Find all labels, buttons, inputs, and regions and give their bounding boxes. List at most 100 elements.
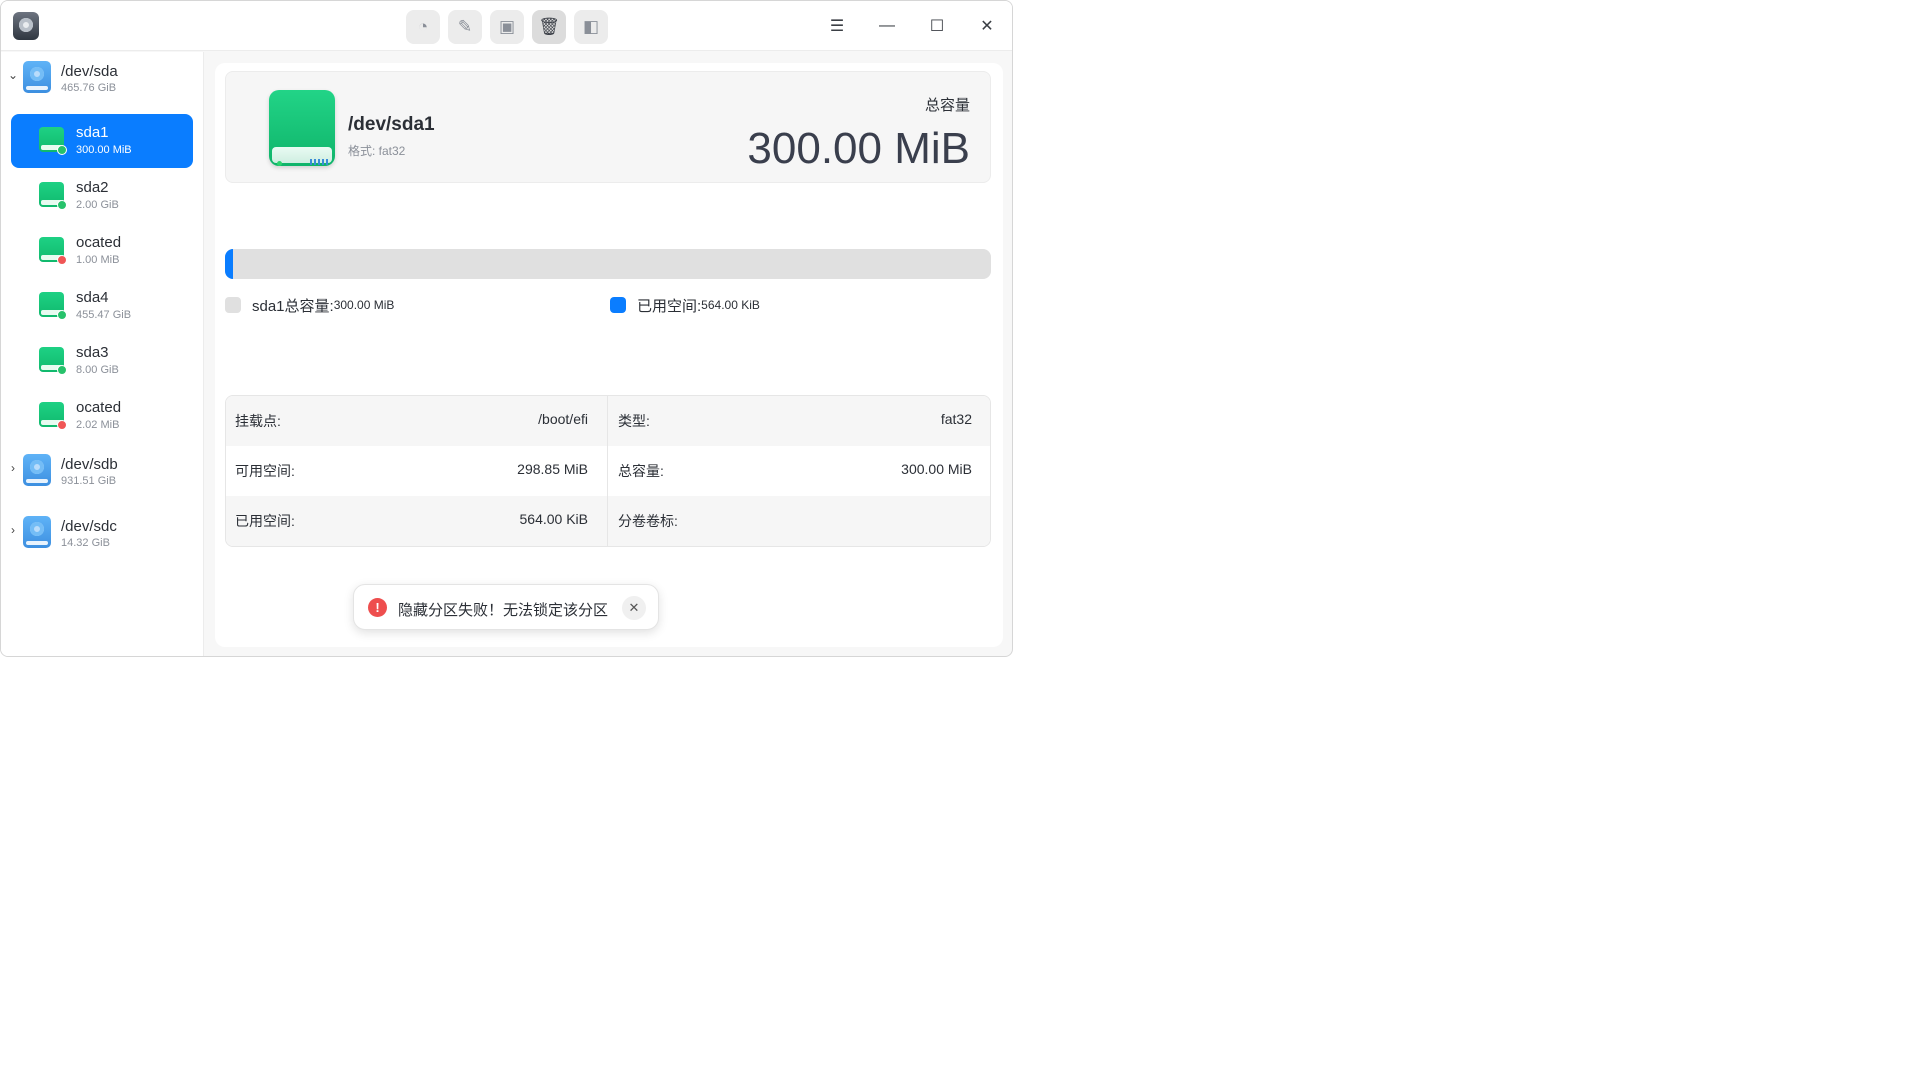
mount-point-value: /boot/efi	[538, 411, 588, 427]
partition-name: sda4	[76, 289, 109, 306]
partition-name: sda2	[76, 179, 109, 196]
partition-name: ocated	[76, 399, 122, 416]
error-toast: ! 隐藏分区失败！无法锁定该分区 ✕	[353, 584, 659, 630]
error-alert-icon: !	[368, 598, 387, 617]
toast-message: 隐藏分区失败！无法锁定该分区	[398, 602, 609, 619]
table-row: 可用空间: 298.85 MiB 总容量: 300.00 MiB	[226, 446, 990, 496]
device-sidebar: ⌄ /dev/sda 465.76 GiB sda1 300.00 MiB sd…	[1, 52, 204, 656]
partition-properties-table: 挂载点: /boot/efi 类型: fat32 可用空间: 298.85 Mi…	[225, 395, 991, 547]
disk-item-sdb[interactable]: › /dev/sdb 931.51 GiB	[1, 448, 204, 492]
partition-detail-panel: /dev/sda1 格式: fat32 总容量 300.00 MiB sda1总…	[215, 63, 1003, 647]
disk-size: 931.51 GiB	[61, 475, 117, 487]
usage-bar	[225, 249, 991, 279]
expand-chevron-icon[interactable]: ›	[7, 461, 19, 475]
delete-button[interactable]: 🗑	[532, 10, 566, 44]
legend-used-label: 已用空间:	[637, 297, 702, 315]
partition-button[interactable]: ◔	[406, 10, 440, 44]
partition-size: 8.00 GiB	[76, 364, 119, 376]
drive-led-icon	[277, 161, 282, 166]
hard-disk-icon	[23, 61, 51, 93]
partition-item-sda2[interactable]: sda2 2.00 GiB	[11, 169, 193, 223]
unmounted-status-icon	[57, 255, 67, 265]
disk-name: /dev/sdc	[61, 518, 117, 535]
capacity-value: 300.00 MiB	[747, 124, 970, 173]
close-icon: ✕	[980, 18, 994, 35]
legend-total-swatch	[225, 297, 241, 313]
mounted-status-icon	[57, 310, 67, 320]
hard-disk-icon	[23, 454, 51, 486]
partition-name: sda1	[76, 124, 109, 141]
hard-disk-icon	[23, 516, 51, 548]
menu-button[interactable]: ☰	[812, 1, 862, 51]
resize-icon: ◧	[582, 17, 600, 36]
disk-name: /dev/sdb	[61, 456, 118, 473]
drive-vent-icon	[310, 159, 328, 165]
toast-close-button[interactable]: ✕	[622, 596, 646, 620]
disk-size: 14.32 GiB	[61, 537, 110, 549]
free-space-value: 298.85 MiB	[517, 461, 588, 477]
used-space-label: 已用空间:	[235, 513, 295, 529]
table-row: 挂载点: /boot/efi 类型: fat32	[226, 396, 990, 446]
disk-item-sdc[interactable]: › /dev/sdc 14.32 GiB	[1, 510, 204, 554]
disk-size: 465.76 GiB	[61, 82, 117, 94]
delete-trash-icon: 🗑	[538, 17, 560, 36]
resize-button[interactable]: ◧	[574, 10, 608, 44]
volume-label-label: 分卷卷标:	[618, 513, 678, 529]
type-label: 类型:	[618, 413, 650, 429]
used-space-value: 564.00 KiB	[519, 511, 589, 527]
collapse-chevron-icon[interactable]: ⌄	[7, 68, 19, 82]
hamburger-menu-icon: ☰	[829, 18, 845, 35]
close-button[interactable]: ✕	[962, 1, 1012, 51]
window-controls: ☰ — ☐ ✕	[812, 1, 1012, 51]
usage-bar-fill	[225, 249, 234, 279]
legend-used-swatch	[610, 297, 626, 313]
disk-name: /dev/sda	[61, 63, 118, 80]
total-capacity-label: 总容量:	[618, 463, 664, 479]
type-value: fat32	[940, 411, 972, 427]
total-capacity-value: 300.00 MiB	[901, 461, 972, 477]
minimize-button[interactable]: —	[862, 1, 912, 51]
partition-pie-icon: ◔	[417, 17, 429, 36]
mount-disk-icon: ▣	[498, 17, 516, 36]
legend-total-label: sda1总容量:	[252, 297, 334, 315]
partition-info-card: /dev/sda1 格式: fat32 总容量 300.00 MiB	[225, 71, 991, 183]
title-bar: ◔ ✎ ▣ 🗑 ◧ ☰ — ☐ ✕	[1, 1, 1012, 51]
wipe-button[interactable]: ✎	[448, 10, 482, 44]
partition-size: 300.00 MiB	[76, 144, 132, 156]
mounted-status-icon	[57, 200, 67, 210]
partition-size: 2.02 MiB	[76, 419, 120, 431]
mounted-status-icon	[57, 365, 67, 375]
partition-item-sda3[interactable]: sda3 8.00 GiB	[11, 334, 193, 388]
free-space-label: 可用空间:	[235, 463, 295, 479]
partition-name: ocated	[76, 234, 122, 251]
minimize-icon: —	[879, 17, 895, 34]
toolbar: ◔ ✎ ▣ 🗑 ◧	[406, 10, 608, 44]
mount-button[interactable]: ▣	[490, 10, 524, 44]
expand-chevron-icon[interactable]: ›	[7, 523, 19, 537]
app-logo-icon	[13, 12, 39, 40]
wipe-broom-icon: ✎	[457, 17, 473, 36]
partition-size: 2.00 GiB	[76, 199, 119, 211]
mount-point-label: 挂载点:	[235, 413, 281, 429]
partition-size: 455.47 GiB	[76, 309, 132, 321]
capacity-label: 总容量	[924, 97, 970, 114]
legend-total: sda1总容量: 300.00 MiB	[225, 295, 394, 315]
legend-used-value: 564.00 KiB	[701, 298, 760, 312]
partition-drive-icon	[269, 90, 335, 166]
partition-item-unallocated-1[interactable]: ocated 1.00 MiB	[11, 224, 193, 278]
maximize-icon: ☐	[929, 18, 945, 35]
column-divider	[607, 396, 608, 546]
maximize-button[interactable]: ☐	[912, 1, 962, 51]
partition-item-sda1[interactable]: sda1 300.00 MiB	[11, 114, 193, 168]
partition-item-sda4[interactable]: sda4 455.47 GiB	[11, 279, 193, 333]
device-title: /dev/sda1	[348, 114, 435, 135]
table-row: 已用空间: 564.00 KiB 分卷卷标:	[226, 496, 990, 546]
partition-item-unallocated-2[interactable]: ocated 2.02 MiB	[11, 389, 193, 443]
mounted-status-icon	[57, 145, 67, 155]
format-text: 格式: fat32	[348, 144, 406, 158]
unmounted-status-icon	[57, 420, 67, 430]
disk-item-sda[interactable]: ⌄ /dev/sda 465.76 GiB	[1, 55, 204, 99]
partition-name: sda3	[76, 344, 109, 361]
partition-size: 1.00 MiB	[76, 254, 120, 266]
legend-used: 已用空间: 564.00 KiB	[610, 295, 760, 315]
